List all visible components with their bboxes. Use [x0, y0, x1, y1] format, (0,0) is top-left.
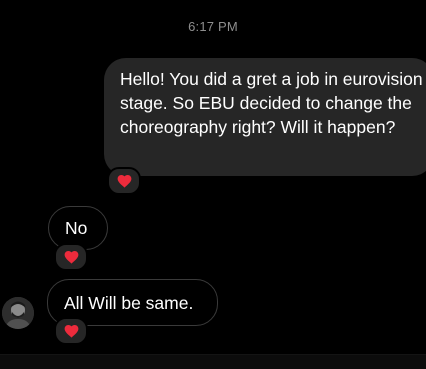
reaction-badge-incoming[interactable] — [54, 243, 88, 271]
reaction-badge-outgoing[interactable] — [107, 167, 141, 195]
outgoing-message-text: Hello! You did a gret a job in eurovisio… — [120, 69, 423, 137]
incoming-message-text: All Will be same. — [64, 292, 194, 313]
heart-icon — [64, 324, 79, 338]
heart-icon — [117, 174, 132, 188]
profile-avatar[interactable] — [2, 297, 34, 329]
composer-bar-edge — [0, 354, 426, 369]
reaction-badge-incoming[interactable] — [54, 317, 88, 345]
message-timestamp: 6:17 PM — [188, 19, 238, 34]
incoming-message-text: No — [65, 218, 88, 238]
heart-icon — [64, 250, 79, 264]
outgoing-message-bubble[interactable]: Hello! You did a gret a job in eurovisio… — [104, 58, 426, 176]
